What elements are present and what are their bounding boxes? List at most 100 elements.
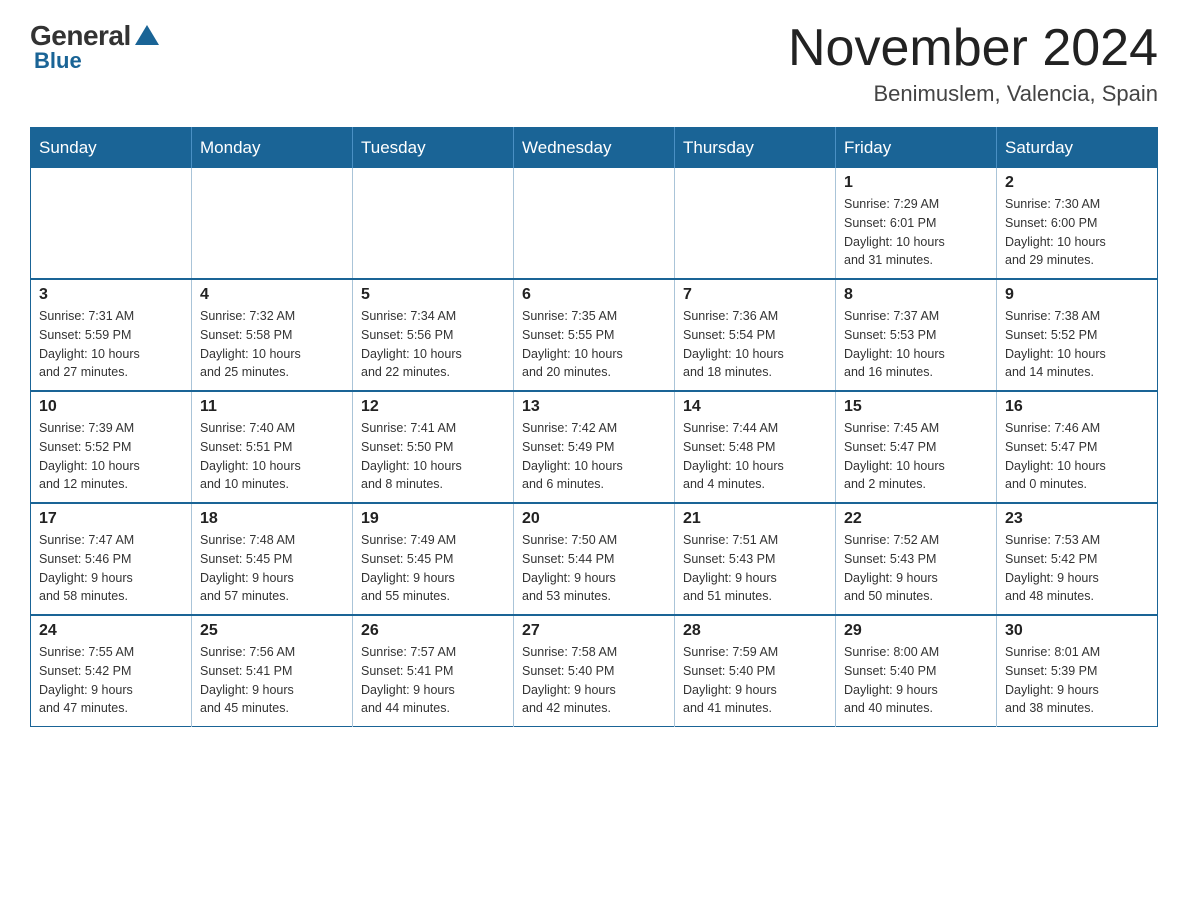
calendar-cell: 27 Sunrise: 7:58 AM Sunset: 5:40 PM Dayli… xyxy=(514,615,675,727)
calendar-cell: 30 Sunrise: 8:01 AM Sunset: 5:39 PM Dayli… xyxy=(997,615,1158,727)
logo: General Blue xyxy=(30,20,159,74)
day-info: Sunrise: 7:57 AM Sunset: 5:41 PM Dayligh… xyxy=(361,643,505,718)
logo-triangle-icon xyxy=(135,25,159,45)
day-number: 2 xyxy=(1005,174,1149,192)
day-info: Sunrise: 7:58 AM Sunset: 5:40 PM Dayligh… xyxy=(522,643,666,718)
day-info: Sunrise: 7:36 AM Sunset: 5:54 PM Dayligh… xyxy=(683,307,827,382)
day-info: Sunrise: 7:29 AM Sunset: 6:01 PM Dayligh… xyxy=(844,195,988,270)
day-info: Sunrise: 7:49 AM Sunset: 5:45 PM Dayligh… xyxy=(361,531,505,606)
calendar-cell xyxy=(514,168,675,279)
day-info: Sunrise: 7:47 AM Sunset: 5:46 PM Dayligh… xyxy=(39,531,183,606)
day-info: Sunrise: 7:59 AM Sunset: 5:40 PM Dayligh… xyxy=(683,643,827,718)
day-info: Sunrise: 8:01 AM Sunset: 5:39 PM Dayligh… xyxy=(1005,643,1149,718)
day-number: 14 xyxy=(683,398,827,416)
calendar-header-saturday: Saturday xyxy=(997,128,1158,169)
day-number: 27 xyxy=(522,622,666,640)
day-info: Sunrise: 7:48 AM Sunset: 5:45 PM Dayligh… xyxy=(200,531,344,606)
day-number: 28 xyxy=(683,622,827,640)
day-info: Sunrise: 7:38 AM Sunset: 5:52 PM Dayligh… xyxy=(1005,307,1149,382)
day-number: 29 xyxy=(844,622,988,640)
calendar-cell: 24Sunrise: 7:55 AM Sunset: 5:42 PM Dayli… xyxy=(31,615,192,727)
page-header: General Blue November 2024 Benimuslem, V… xyxy=(30,20,1158,107)
day-info: Sunrise: 7:42 AM Sunset: 5:49 PM Dayligh… xyxy=(522,419,666,494)
calendar-week-row: 10 Sunrise: 7:39 AM Sunset: 5:52 PM Dayli… xyxy=(31,391,1158,503)
day-number: 10 xyxy=(39,398,183,416)
day-number: 9 xyxy=(1005,286,1149,304)
calendar-week-row: 1 Sunrise: 7:29 AM Sunset: 6:01 PM Daylig… xyxy=(31,168,1158,279)
calendar-cell: 17Sunrise: 7:47 AM Sunset: 5:46 PM Dayli… xyxy=(31,503,192,615)
calendar-header-monday: Monday xyxy=(192,128,353,169)
calendar-header-sunday: Sunday xyxy=(31,128,192,169)
calendar-cell: 18 Sunrise: 7:48 AM Sunset: 5:45 PM Dayli… xyxy=(192,503,353,615)
day-info: Sunrise: 7:32 AM Sunset: 5:58 PM Dayligh… xyxy=(200,307,344,382)
calendar-cell: 19 Sunrise: 7:49 AM Sunset: 5:45 PM Dayli… xyxy=(353,503,514,615)
day-info: Sunrise: 7:34 AM Sunset: 5:56 PM Dayligh… xyxy=(361,307,505,382)
day-info: Sunrise: 7:45 AM Sunset: 5:47 PM Dayligh… xyxy=(844,419,988,494)
day-info: Sunrise: 7:53 AM Sunset: 5:42 PM Dayligh… xyxy=(1005,531,1149,606)
calendar-cell xyxy=(31,168,192,279)
day-number: 3 xyxy=(39,286,183,304)
calendar-cell: 23 Sunrise: 7:53 AM Sunset: 5:42 PM Dayli… xyxy=(997,503,1158,615)
day-number: 22 xyxy=(844,510,988,528)
day-info: Sunrise: 7:51 AM Sunset: 5:43 PM Dayligh… xyxy=(683,531,827,606)
calendar-cell: 16 Sunrise: 7:46 AM Sunset: 5:47 PM Dayli… xyxy=(997,391,1158,503)
logo-blue-text: Blue xyxy=(34,48,82,74)
day-number: 8 xyxy=(844,286,988,304)
day-number: 1 xyxy=(844,174,988,192)
calendar-cell: 10 Sunrise: 7:39 AM Sunset: 5:52 PM Dayli… xyxy=(31,391,192,503)
calendar-table: SundayMondayTuesdayWednesdayThursdayFrid… xyxy=(30,127,1158,727)
calendar-cell: 21 Sunrise: 7:51 AM Sunset: 5:43 PM Dayli… xyxy=(675,503,836,615)
day-number: 12 xyxy=(361,398,505,416)
calendar-cell: 13 Sunrise: 7:42 AM Sunset: 5:49 PM Dayli… xyxy=(514,391,675,503)
calendar-cell: 6 Sunrise: 7:35 AM Sunset: 5:55 PM Daylig… xyxy=(514,279,675,391)
calendar-cell: 12Sunrise: 7:41 AM Sunset: 5:50 PM Dayli… xyxy=(353,391,514,503)
calendar-week-row: 17Sunrise: 7:47 AM Sunset: 5:46 PM Dayli… xyxy=(31,503,1158,615)
calendar-cell: 15 Sunrise: 7:45 AM Sunset: 5:47 PM Dayli… xyxy=(836,391,997,503)
calendar-cell xyxy=(675,168,836,279)
day-number: 24 xyxy=(39,622,183,640)
calendar-cell: 14Sunrise: 7:44 AM Sunset: 5:48 PM Dayli… xyxy=(675,391,836,503)
calendar-cell: 28 Sunrise: 7:59 AM Sunset: 5:40 PM Dayli… xyxy=(675,615,836,727)
day-info: Sunrise: 7:46 AM Sunset: 5:47 PM Dayligh… xyxy=(1005,419,1149,494)
title-section: November 2024 Benimuslem, Valencia, Spai… xyxy=(788,20,1158,107)
day-number: 21 xyxy=(683,510,827,528)
calendar-header-row: SundayMondayTuesdayWednesdayThursdayFrid… xyxy=(31,128,1158,169)
day-info: Sunrise: 7:37 AM Sunset: 5:53 PM Dayligh… xyxy=(844,307,988,382)
calendar-cell: 1 Sunrise: 7:29 AM Sunset: 6:01 PM Daylig… xyxy=(836,168,997,279)
day-number: 23 xyxy=(1005,510,1149,528)
day-info: Sunrise: 7:39 AM Sunset: 5:52 PM Dayligh… xyxy=(39,419,183,494)
calendar-header-thursday: Thursday xyxy=(675,128,836,169)
day-info: Sunrise: 8:00 AM Sunset: 5:40 PM Dayligh… xyxy=(844,643,988,718)
calendar-cell: 11Sunrise: 7:40 AM Sunset: 5:51 PM Dayli… xyxy=(192,391,353,503)
day-number: 25 xyxy=(200,622,344,640)
day-number: 5 xyxy=(361,286,505,304)
calendar-cell xyxy=(192,168,353,279)
calendar-cell: 20 Sunrise: 7:50 AM Sunset: 5:44 PM Dayli… xyxy=(514,503,675,615)
calendar-header-tuesday: Tuesday xyxy=(353,128,514,169)
calendar-cell: 8 Sunrise: 7:37 AM Sunset: 5:53 PM Daylig… xyxy=(836,279,997,391)
calendar-cell: 9 Sunrise: 7:38 AM Sunset: 5:52 PM Daylig… xyxy=(997,279,1158,391)
day-info: Sunrise: 7:40 AM Sunset: 5:51 PM Dayligh… xyxy=(200,419,344,494)
day-info: Sunrise: 7:30 AM Sunset: 6:00 PM Dayligh… xyxy=(1005,195,1149,270)
day-info: Sunrise: 7:35 AM Sunset: 5:55 PM Dayligh… xyxy=(522,307,666,382)
calendar-cell: 2 Sunrise: 7:30 AM Sunset: 6:00 PM Daylig… xyxy=(997,168,1158,279)
day-number: 20 xyxy=(522,510,666,528)
day-number: 13 xyxy=(522,398,666,416)
calendar-cell: 29 Sunrise: 8:00 AM Sunset: 5:40 PM Dayli… xyxy=(836,615,997,727)
day-number: 30 xyxy=(1005,622,1149,640)
day-number: 4 xyxy=(200,286,344,304)
day-info: Sunrise: 7:56 AM Sunset: 5:41 PM Dayligh… xyxy=(200,643,344,718)
day-number: 26 xyxy=(361,622,505,640)
day-info: Sunrise: 7:50 AM Sunset: 5:44 PM Dayligh… xyxy=(522,531,666,606)
day-number: 15 xyxy=(844,398,988,416)
day-number: 16 xyxy=(1005,398,1149,416)
calendar-header-friday: Friday xyxy=(836,128,997,169)
calendar-cell: 25 Sunrise: 7:56 AM Sunset: 5:41 PM Dayli… xyxy=(192,615,353,727)
day-number: 19 xyxy=(361,510,505,528)
calendar-cell xyxy=(353,168,514,279)
day-number: 18 xyxy=(200,510,344,528)
calendar-cell: 7Sunrise: 7:36 AM Sunset: 5:54 PM Daylig… xyxy=(675,279,836,391)
calendar-cell: 22Sunrise: 7:52 AM Sunset: 5:43 PM Dayli… xyxy=(836,503,997,615)
day-number: 6 xyxy=(522,286,666,304)
calendar-week-row: 24Sunrise: 7:55 AM Sunset: 5:42 PM Dayli… xyxy=(31,615,1158,727)
